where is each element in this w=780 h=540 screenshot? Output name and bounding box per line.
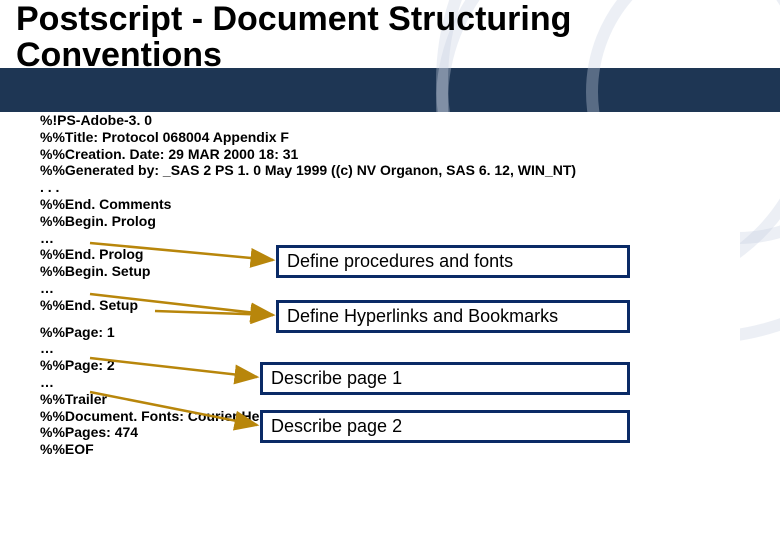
code-line: %%Begin. Prolog xyxy=(40,213,740,230)
code-line: . . . xyxy=(40,179,740,196)
slide: Postscript - Document Structuring Conven… xyxy=(0,0,780,540)
code-line: … xyxy=(40,280,740,297)
annotation-hyperlinks: Define Hyperlinks and Bookmarks xyxy=(276,300,630,333)
code-line: %%End. Comments xyxy=(40,196,740,213)
code-line: %%Generated by: _SAS 2 PS 1. 0 May 1999 … xyxy=(40,162,740,179)
code-line: %!PS-Adobe-3. 0 xyxy=(40,112,740,129)
code-line: %%EOF xyxy=(40,441,740,458)
code-line: %%Title: Protocol 068004 Appendix F xyxy=(40,129,740,146)
slide-title: Postscript - Document Structuring Conven… xyxy=(16,2,780,73)
annotation-page2: Describe page 2 xyxy=(260,410,630,443)
code-line: %%Creation. Date: 29 MAR 2000 18: 31 xyxy=(40,146,740,163)
code-line: … xyxy=(40,340,740,357)
annotation-page1: Describe page 1 xyxy=(260,362,630,395)
code-line: … xyxy=(40,230,740,247)
annotation-procedures: Define procedures and fonts xyxy=(276,245,630,278)
